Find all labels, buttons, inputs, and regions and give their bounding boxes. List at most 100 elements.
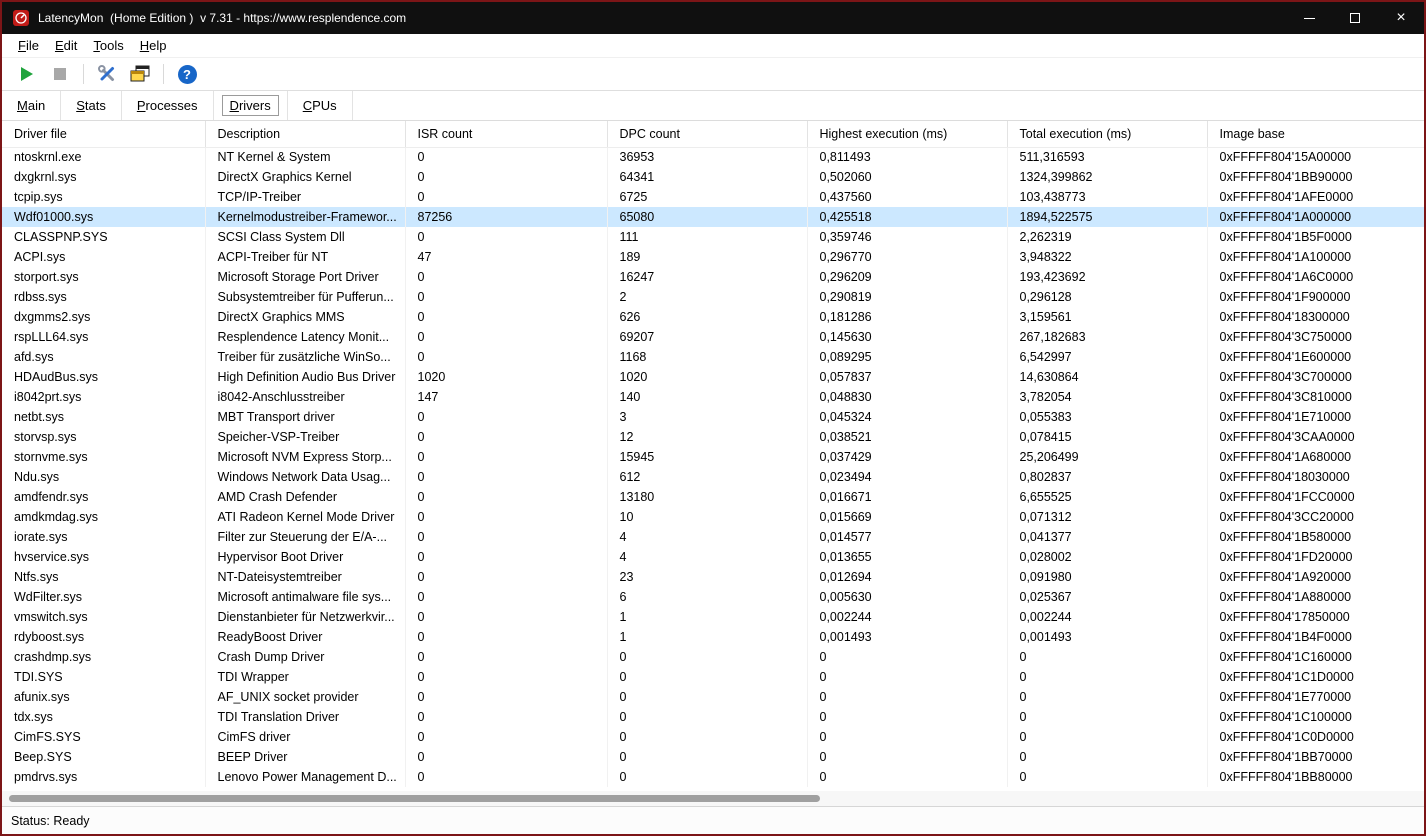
table-cell: 87256 xyxy=(405,207,608,227)
table-row[interactable]: Beep.SYS BEEP Driver 0 0 0 0 0xFFFFF804'1BB700… xyxy=(2,747,1424,767)
table-row[interactable]: rdyboost.sys ReadyBoost Driver 0 1 0,001493 0… xyxy=(2,627,1424,647)
table-cell: NT Kernel & System xyxy=(205,147,406,167)
table-cell: crashdmp.sys xyxy=(2,647,206,667)
table-cell: High Definition Audio Bus Driver xyxy=(205,367,406,387)
table-row[interactable]: tdx.sys TDI Translation Driver 0 0 0 0 0xFFFFF… xyxy=(2,707,1424,727)
table-row[interactable]: iorate.sys Filter zur Steuerung der E/A-.… xyxy=(2,527,1424,547)
toolbar: ? xyxy=(2,58,1424,91)
table-cell: 0,802837 xyxy=(1007,467,1208,487)
tab-main[interactable]: Main xyxy=(2,91,62,120)
table-cell: ntoskrnl.exe xyxy=(2,147,206,167)
table-cell: 103,438773 xyxy=(1007,187,1208,207)
minimize-button[interactable] xyxy=(1286,2,1332,34)
table-row[interactable]: afunix.sys AF_UNIX socket provider 0 0 0 0 0xF… xyxy=(2,687,1424,707)
table-row[interactable]: CLASSPNP.SYS SCSI Class System Dll 0 111 0,3… xyxy=(2,227,1424,247)
menu-help[interactable]: Help xyxy=(132,35,175,56)
table-cell: 0xFFFFF804'1FD20000 xyxy=(1219,550,1353,564)
table-row[interactable]: Ntfs.sys NT-Dateisystemtreiber 0 23 0,012694… xyxy=(2,567,1424,587)
table-cell: BEEP Driver xyxy=(205,747,406,767)
table-cell: 0 xyxy=(607,767,808,787)
table-cell: 0xFFFFF804'1A680000 xyxy=(1219,450,1352,464)
table-cell: 15945 xyxy=(607,447,808,467)
table-cell: 0xFFFFF804'1E710000 xyxy=(1219,410,1352,424)
column-header[interactable]: DPC count xyxy=(607,121,808,148)
menu-edit[interactable]: Edit xyxy=(47,35,85,56)
table-cell: 0,012694 xyxy=(807,567,1008,587)
scrollbar-thumb[interactable] xyxy=(9,795,820,802)
table-cell: iorate.sys xyxy=(2,527,206,547)
table-cell: 1 xyxy=(607,627,808,647)
start-monitor-button[interactable] xyxy=(12,61,42,88)
table-cell: 6,655525 xyxy=(1007,487,1208,507)
table-row[interactable]: storport.sys Microsoft Storage Port Drive… xyxy=(2,267,1424,287)
maximize-button[interactable] xyxy=(1332,2,1378,34)
table-row[interactable]: tcpip.sys TCP/IP-Treiber 0 6725 0,437560 103,… xyxy=(2,187,1424,207)
tab-drivers[interactable]: Drivers xyxy=(214,91,288,120)
table-row[interactable]: rspLLL64.sys Resplendence Latency Monit..… xyxy=(2,327,1424,347)
column-header[interactable]: Total execution (ms) xyxy=(1007,121,1208,148)
column-header[interactable]: Description xyxy=(205,121,406,148)
table-cell: 0xFFFFF804'1A880000 xyxy=(1219,590,1352,604)
table-cell: 1324,399862 xyxy=(1007,167,1208,187)
table-cell: 0 xyxy=(1007,727,1208,747)
table-row[interactable]: amdfendr.sys AMD Crash Defender 0 13180 0,01… xyxy=(2,487,1424,507)
table-row[interactable]: netbt.sys MBT Transport driver 0 3 0,045324 0… xyxy=(2,407,1424,427)
table-row[interactable]: rdbss.sys Subsystemtreiber für Pufferun..… xyxy=(2,287,1424,307)
table-cell: Wdf01000.sys xyxy=(2,207,206,227)
options-button[interactable] xyxy=(92,61,122,88)
table-row[interactable]: afd.sys Treiber für zusätzliche WinSo... 0… xyxy=(2,347,1424,367)
table-cell: 0,057837 xyxy=(807,367,1008,387)
horizontal-scrollbar[interactable] xyxy=(2,791,1424,806)
table-cell: i8042prt.sys xyxy=(2,387,206,407)
table-row[interactable]: stornvme.sys Microsoft NVM Express Storp.… xyxy=(2,447,1424,467)
column-header[interactable]: Highest execution (ms) xyxy=(807,121,1008,148)
table-row[interactable]: CimFS.SYS CimFS driver 0 0 0 0 0xFFFFF804'1C0D… xyxy=(2,727,1424,747)
table-row[interactable]: storvsp.sys Speicher-VSP-Treiber 0 12 0,0385… xyxy=(2,427,1424,447)
table-cell: 4 xyxy=(607,527,808,547)
column-header[interactable]: Image base xyxy=(1207,121,1424,148)
table-row[interactable]: hvservice.sys Hypervisor Boot Driver 0 4 0,0… xyxy=(2,547,1424,567)
tab-stats[interactable]: Stats xyxy=(61,91,122,120)
table-cell: 0,001493 xyxy=(1007,627,1208,647)
stop-monitor-button[interactable] xyxy=(45,61,75,88)
column-header[interactable]: ISR count xyxy=(405,121,608,148)
menu-file[interactable]: File xyxy=(10,35,47,56)
help-button[interactable]: ? xyxy=(172,61,202,88)
table-row[interactable]: ntoskrnl.exe NT Kernel & System 0 36953 0,81… xyxy=(2,147,1424,167)
table-row[interactable]: dxgmms2.sys DirectX Graphics MMS 0 626 0,181… xyxy=(2,307,1424,327)
table-cell: 0,013655 xyxy=(807,547,1008,567)
table-row[interactable]: WdFilter.sys Microsoft antimalware file s… xyxy=(2,587,1424,607)
table-row[interactable]: TDI.SYS TDI Wrapper 0 0 0 0 0xFFFFF804'1C1D000… xyxy=(2,667,1424,687)
table-cell: 147 xyxy=(405,387,608,407)
table-cell: 0,145630 xyxy=(807,327,1008,347)
table-row[interactable]: ACPI.sys ACPI-Treiber für NT 47 189 0,296770… xyxy=(2,247,1424,267)
windows-button[interactable] xyxy=(125,61,155,88)
table-cell: 0,048830 xyxy=(807,387,1008,407)
table-cell: 0 xyxy=(405,307,608,327)
table-cell: 0 xyxy=(405,507,608,527)
table-row[interactable]: HDAudBus.sys High Definition Audio Bus Dr… xyxy=(2,367,1424,387)
table-cell: Crash Dump Driver xyxy=(205,647,406,667)
column-header[interactable]: Driver file xyxy=(2,121,206,148)
table-row[interactable]: Wdf01000.sys Kernelmodustreiber-Framewor.… xyxy=(2,207,1424,227)
tab-processes[interactable]: Processes xyxy=(122,91,214,120)
table-row[interactable]: vmswitch.sys Dienstanbieter für Netzwerkv… xyxy=(2,607,1424,627)
table-cell: Lenovo Power Management D... xyxy=(205,767,406,787)
tab-cpus[interactable]: CPUs xyxy=(288,91,353,120)
table-cell: stornvme.sys xyxy=(2,447,206,467)
table-cell: 0 xyxy=(405,707,608,727)
table-cell: 3,159561 xyxy=(1007,307,1208,327)
table-row[interactable]: i8042prt.sys i8042-Anschlusstreiber 147 140… xyxy=(2,387,1424,407)
table-row[interactable]: amdkmdag.sys ATI Radeon Kernel Mode Drive… xyxy=(2,507,1424,527)
table-cell: 0 xyxy=(607,727,808,747)
table-cell: 0,038521 xyxy=(807,427,1008,447)
menu-tools[interactable]: Tools xyxy=(85,35,131,56)
table-row[interactable]: Ndu.sys Windows Network Data Usag... 0 612 0… xyxy=(2,467,1424,487)
table-cell: 1020 xyxy=(607,367,808,387)
table-row[interactable]: crashdmp.sys Crash Dump Driver 0 0 0 0 0xFFFFF… xyxy=(2,647,1424,667)
table-cell: 6,542997 xyxy=(1007,347,1208,367)
table-row[interactable]: dxgkrnl.sys DirectX Graphics Kernel 0 64341… xyxy=(2,167,1424,187)
close-button[interactable]: × xyxy=(1378,2,1424,34)
table-row[interactable]: pmdrvs.sys Lenovo Power Management D... 0 0… xyxy=(2,767,1424,787)
table-cell: 0,437560 xyxy=(807,187,1008,207)
